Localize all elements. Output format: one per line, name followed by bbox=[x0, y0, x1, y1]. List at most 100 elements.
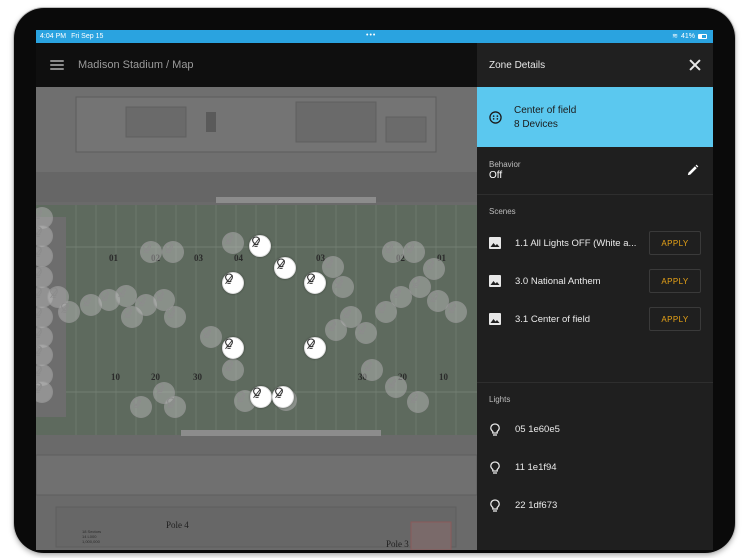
lightbulb-off-icon bbox=[101, 290, 109, 302]
lightbulb-off-icon bbox=[118, 286, 126, 298]
yard-number: 03 bbox=[194, 253, 203, 263]
apply-button[interactable]: APPLY bbox=[649, 231, 701, 255]
light-marker[interactable] bbox=[162, 241, 184, 263]
lightbulb-icon bbox=[490, 498, 500, 512]
lightbulb-off-icon bbox=[36, 267, 42, 278]
light-marker[interactable] bbox=[115, 285, 137, 307]
lightbulb-off-icon bbox=[61, 302, 69, 314]
status-date: Fri Sep 15 bbox=[71, 33, 104, 40]
lightbulb-off-icon bbox=[393, 287, 401, 299]
light-marker[interactable] bbox=[164, 306, 186, 328]
wifi-icon: ≋ bbox=[672, 33, 678, 40]
lightbulb-off-icon bbox=[156, 290, 164, 302]
lightbulb-icon bbox=[490, 422, 500, 436]
apply-button[interactable]: APPLY bbox=[649, 307, 701, 331]
lightbulb-off-icon bbox=[225, 338, 233, 350]
lightbulb-off-icon bbox=[385, 242, 393, 254]
light-marker[interactable] bbox=[355, 322, 377, 344]
menu-icon[interactable] bbox=[50, 60, 64, 70]
lightbulb-off-icon bbox=[225, 233, 233, 245]
selected-light-marker[interactable] bbox=[250, 386, 272, 408]
light-marker[interactable] bbox=[423, 258, 445, 280]
lightbulb-off-icon bbox=[343, 307, 351, 319]
light-marker[interactable] bbox=[58, 301, 80, 323]
lightbulb-off-icon bbox=[237, 391, 245, 403]
breadcrumb: Madison Stadium / Map bbox=[78, 59, 194, 71]
pencil-icon[interactable] bbox=[686, 164, 699, 177]
light-name: 22 1df673 bbox=[515, 499, 558, 511]
scene-name: 3.0 National Anthem bbox=[515, 275, 601, 287]
yard-number: 10 bbox=[439, 372, 448, 382]
lightbulb-off-icon bbox=[307, 273, 315, 285]
tablet-frame: 4:04 PM Fri Sep 15 ••• ≋ 41% Madison Sta… bbox=[14, 8, 735, 553]
lightbulb-off-icon bbox=[36, 307, 42, 318]
light-item[interactable]: 11 1e1f94 bbox=[477, 448, 713, 486]
light-marker[interactable] bbox=[164, 396, 186, 418]
light-marker[interactable] bbox=[403, 241, 425, 263]
lightbulb-off-icon bbox=[430, 291, 438, 303]
app-bar: Madison Stadium / Map bbox=[36, 43, 477, 87]
lightbulb-off-icon bbox=[325, 257, 333, 269]
scenes-list: 1.1 All Lights OFF (White a... APPLY 3.0… bbox=[477, 216, 713, 338]
lightbulb-off-icon bbox=[167, 307, 175, 319]
light-marker[interactable] bbox=[200, 326, 222, 348]
yard-number: 30 bbox=[193, 372, 202, 382]
selected-light-marker[interactable] bbox=[272, 386, 294, 408]
lightbulb-off-icon bbox=[378, 302, 386, 314]
light-marker[interactable] bbox=[361, 359, 383, 381]
selected-light-marker[interactable] bbox=[274, 257, 296, 279]
map-background bbox=[36, 87, 477, 550]
lightbulb-off-icon bbox=[124, 307, 132, 319]
lightbulb-off-icon bbox=[36, 208, 42, 219]
lightbulb-off-icon bbox=[36, 345, 42, 356]
lightbulb-off-icon bbox=[277, 258, 285, 270]
light-marker[interactable] bbox=[332, 276, 354, 298]
lightbulb-off-icon bbox=[307, 338, 315, 350]
lightbulb-off-icon bbox=[143, 242, 151, 254]
multitask-dots: ••• bbox=[366, 32, 377, 39]
yard-number: 01 bbox=[109, 253, 118, 263]
panel-title: Zone Details bbox=[489, 59, 546, 71]
scene-name: 1.1 All Lights OFF (White a... bbox=[515, 237, 637, 249]
battery-icon bbox=[698, 33, 707, 39]
battery-level: 41% bbox=[680, 32, 695, 40]
lightbulb-off-icon bbox=[167, 397, 175, 409]
lightbulb-off-icon bbox=[410, 392, 418, 404]
stadium-map[interactable]: 01 02 03 04 03 02 01 10 20 30 30 20 10 P… bbox=[36, 87, 477, 550]
scenes-heading: Scenes bbox=[489, 207, 516, 216]
light-marker[interactable] bbox=[222, 359, 244, 381]
light-marker[interactable] bbox=[385, 376, 407, 398]
lightbulb-off-icon bbox=[36, 327, 42, 338]
light-marker[interactable] bbox=[325, 319, 347, 341]
lightbulb-off-icon bbox=[225, 360, 233, 372]
apply-button[interactable]: APPLY bbox=[649, 269, 701, 293]
light-marker[interactable] bbox=[382, 241, 404, 263]
lightbulb-off-icon bbox=[328, 320, 336, 332]
selected-light-marker[interactable] bbox=[304, 272, 326, 294]
light-marker[interactable] bbox=[322, 256, 344, 278]
light-marker[interactable] bbox=[140, 241, 162, 263]
scene-item: 3.1 Center of field APPLY bbox=[477, 300, 713, 338]
lightbulb-off-icon bbox=[225, 273, 233, 285]
map-note: 18 Sectors 14 L000 1,000,000 bbox=[82, 529, 102, 544]
zone-device-count: 8 Devices bbox=[514, 118, 558, 130]
lightbulb-off-icon bbox=[388, 377, 396, 389]
selected-light-marker[interactable] bbox=[222, 337, 244, 359]
zone-details-panel: Zone Details Center of field 8 Devices B… bbox=[477, 43, 713, 550]
lightbulb-off-icon bbox=[252, 236, 260, 248]
light-marker[interactable] bbox=[130, 396, 152, 418]
scene-item: 3.0 National Anthem APPLY bbox=[477, 262, 713, 300]
selected-light-marker[interactable] bbox=[249, 235, 271, 257]
lightbulb-off-icon bbox=[448, 302, 456, 314]
light-item[interactable]: 05 1e60e5 bbox=[477, 410, 713, 448]
pole-label: Pole 4 bbox=[166, 520, 189, 530]
light-marker[interactable] bbox=[445, 301, 467, 323]
selected-light-marker[interactable] bbox=[304, 337, 326, 359]
close-icon[interactable] bbox=[689, 59, 701, 71]
selected-light-marker[interactable] bbox=[222, 272, 244, 294]
light-item[interactable]: 22 1df673 bbox=[477, 486, 713, 524]
light-marker[interactable] bbox=[407, 391, 429, 413]
light-name: 05 1e60e5 bbox=[515, 423, 560, 435]
light-marker[interactable] bbox=[222, 232, 244, 254]
zone-summary[interactable]: Center of field 8 Devices bbox=[477, 87, 713, 147]
